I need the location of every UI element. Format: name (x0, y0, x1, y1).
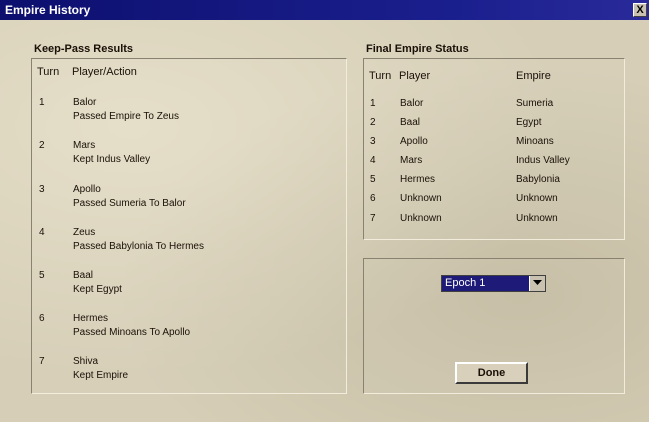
epoch-select[interactable]: Epoch 1 (441, 275, 546, 292)
keep-pass-action: Kept Egypt (73, 284, 122, 295)
final-turn: 2 (370, 117, 376, 128)
keep-pass-action: Passed Babylonia To Hermes (73, 241, 204, 252)
keep-pass-turn: 3 (39, 184, 45, 195)
final-empire: Unknown (516, 213, 558, 224)
keep-pass-player: Apollo (73, 184, 101, 195)
window-title: Empire History (5, 3, 91, 17)
final-turn: 7 (370, 213, 376, 224)
close-icon: X (636, 4, 644, 16)
keep-pass-player: Balor (73, 97, 97, 108)
final-turn: 3 (370, 136, 376, 147)
keep-pass-title: Keep-Pass Results (34, 43, 134, 55)
final-turn: 6 (370, 193, 376, 204)
title-bar: Empire History X (0, 0, 649, 20)
keep-pass-header-player-action: Player/Action (72, 66, 137, 78)
final-player: Unknown (400, 193, 442, 204)
keep-pass-header-turn: Turn (37, 66, 60, 78)
keep-pass-action: Passed Sumeria To Balor (73, 198, 186, 209)
keep-pass-turn: 2 (39, 140, 45, 151)
final-player: Mars (400, 155, 423, 166)
final-header-player: Player (399, 70, 431, 82)
keep-pass-turn: 4 (39, 227, 45, 238)
final-empire: Minoans (516, 136, 554, 147)
keep-pass-action: Kept Empire (73, 370, 129, 381)
keep-pass-action: Kept Indus Valley (73, 154, 151, 165)
keep-pass-player: Shiva (73, 356, 99, 367)
final-status-title: Final Empire Status (366, 43, 469, 55)
keep-pass-panel: Turn Player/Action 1 Balor Passed Empire… (31, 58, 347, 394)
final-empire: Indus Valley (516, 155, 570, 166)
done-button[interactable]: Done (455, 362, 528, 384)
keep-pass-turn: 1 (39, 97, 45, 108)
final-status-panel: Turn Player Empire 1 Balor Sumeria 2 Baa… (363, 58, 625, 240)
keep-pass-player: Hermes (73, 313, 109, 324)
epoch-select-value: Epoch 1 (445, 277, 486, 289)
final-player: Balor (400, 98, 424, 109)
final-player: Unknown (400, 213, 442, 224)
final-empire: Sumeria (516, 98, 554, 109)
final-empire: Egypt (516, 117, 542, 128)
close-button[interactable]: X (633, 3, 647, 17)
final-turn: 4 (370, 155, 376, 166)
keep-pass-action: Passed Empire To Zeus (73, 111, 179, 122)
final-empire: Unknown (516, 193, 558, 204)
empire-history-window: Empire History X Keep-Pass Results Turn … (0, 0, 649, 422)
final-turn: 5 (370, 174, 376, 185)
keep-pass-turn: 6 (39, 313, 45, 324)
chevron-down-icon (533, 280, 542, 285)
keep-pass-player: Zeus (73, 227, 96, 238)
dropdown-arrow-button[interactable] (529, 276, 545, 291)
final-header-turn: Turn (369, 70, 392, 82)
keep-pass-turn: 7 (39, 356, 45, 367)
final-empire: Babylonia (516, 174, 560, 185)
keep-pass-player: Mars (73, 140, 96, 151)
keep-pass-turn: 5 (39, 270, 45, 281)
final-player: Hermes (400, 174, 436, 185)
keep-pass-player: Baal (73, 270, 94, 281)
final-player: Baal (400, 117, 421, 128)
final-header-empire: Empire (516, 70, 551, 82)
final-turn: 1 (370, 98, 376, 109)
keep-pass-action: Passed Minoans To Apollo (73, 327, 191, 338)
final-player: Apollo (400, 136, 428, 147)
